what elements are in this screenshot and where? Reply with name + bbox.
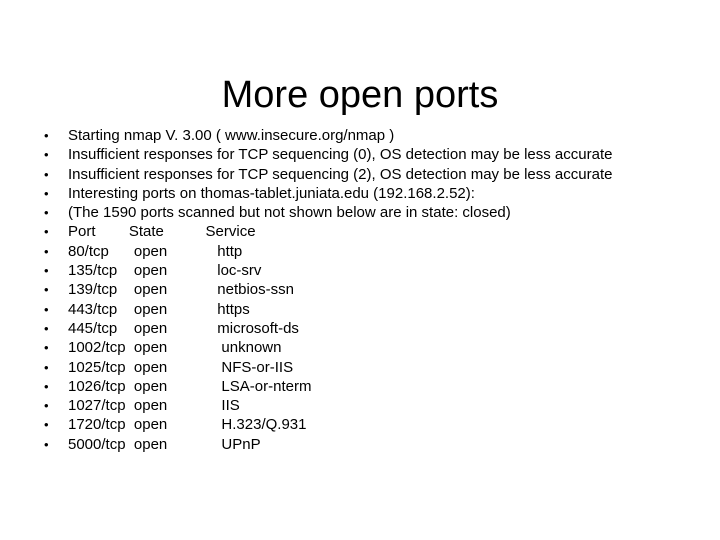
list-item: • 1720/tcp open H.323/Q.931: [0, 415, 720, 434]
list-item: • 1002/tcp open unknown: [0, 338, 720, 357]
bullet-point-icon: •: [44, 243, 49, 259]
list-item-label: Interesting ports on thomas-tablet.junia…: [68, 184, 475, 202]
list-item-label: 445/tcp open microsoft-ds: [68, 319, 299, 337]
bullet-point-icon: •: [44, 359, 49, 375]
list-item-label: 443/tcp open https: [68, 300, 250, 318]
slide-canvas: More open ports • Starting nmap V. 3.00 (…: [0, 0, 720, 540]
bullet-point-icon: •: [44, 282, 49, 298]
list-item-label: Insufficient responses for TCP sequencin…: [68, 146, 613, 164]
list-item-label: (The 1590 ports scanned but not shown be…: [68, 204, 511, 222]
bullet-list: • Starting nmap V. 3.00 ( www.insecure.or…: [0, 126, 720, 454]
list-item: • (The 1590 ports scanned but not shown b…: [0, 203, 720, 222]
bullet-point-icon: •: [44, 378, 49, 394]
list-item: • Insufficient responses for TCP sequenci…: [0, 165, 720, 184]
bullet-point-icon: •: [44, 205, 49, 221]
list-item: • Port State Service: [0, 222, 720, 241]
list-item: • 443/tcp open https: [0, 300, 720, 319]
list-item-label: 5000/tcp open UPnP: [68, 435, 261, 453]
list-item: • Insufficient responses for TCP sequenci…: [0, 145, 720, 164]
list-item-label: 139/tcp open netbios-ssn: [68, 281, 294, 299]
list-item: • 139/tcp open netbios-ssn: [0, 280, 720, 299]
list-item-label: 1002/tcp open unknown: [68, 339, 282, 357]
list-item: • 5000/tcp open UPnP: [0, 435, 720, 454]
list-item-label: Insufficient responses for TCP sequencin…: [68, 165, 613, 183]
bullet-point-icon: •: [44, 398, 49, 414]
bullet-point-icon: •: [44, 320, 49, 336]
bullet-point-icon: •: [44, 128, 49, 143]
list-item-label: 1026/tcp open LSA-or-nterm: [68, 377, 312, 395]
bullet-point-icon: •: [44, 185, 49, 201]
list-item-label: 80/tcp open http: [68, 242, 243, 260]
bullet-point-icon: •: [44, 417, 49, 433]
list-item-label: 1025/tcp open NFS-or-IIS: [68, 358, 294, 376]
page-title: More open ports: [221, 74, 499, 117]
list-item: • 1026/tcp open LSA-or-nterm: [0, 377, 720, 396]
list-item: • 1025/tcp open NFS-or-IIS: [0, 358, 720, 377]
list-item: • Interesting ports on thomas-tablet.juni…: [0, 184, 720, 203]
list-item-label: 1027/tcp open IIS: [68, 397, 240, 415]
bullet-point-icon: •: [44, 301, 49, 317]
bullet-point-icon: •: [44, 436, 49, 452]
list-item: • Starting nmap V. 3.00 ( www.insecure.or…: [0, 126, 720, 145]
list-item-label: 135/tcp open loc-srv: [68, 262, 262, 280]
list-item-label: Starting nmap V. 3.00 ( www.insecure.org…: [68, 127, 395, 144]
bullet-point-icon: •: [44, 263, 49, 279]
bullet-point-icon: •: [44, 340, 49, 356]
list-item: • 445/tcp open microsoft-ds: [0, 319, 720, 338]
bullet-point-icon: •: [44, 147, 49, 163]
list-item: • 1027/tcp open IIS: [0, 396, 720, 415]
bullet-point-icon: •: [44, 224, 49, 240]
list-item: • 80/tcp open http: [0, 242, 720, 261]
list-item-label: 1720/tcp open H.323/Q.931: [68, 416, 307, 434]
list-item: • 135/tcp open loc-srv: [0, 261, 720, 280]
bullet-point-icon: •: [44, 166, 49, 182]
list-item-label: Port State Service: [68, 223, 256, 241]
